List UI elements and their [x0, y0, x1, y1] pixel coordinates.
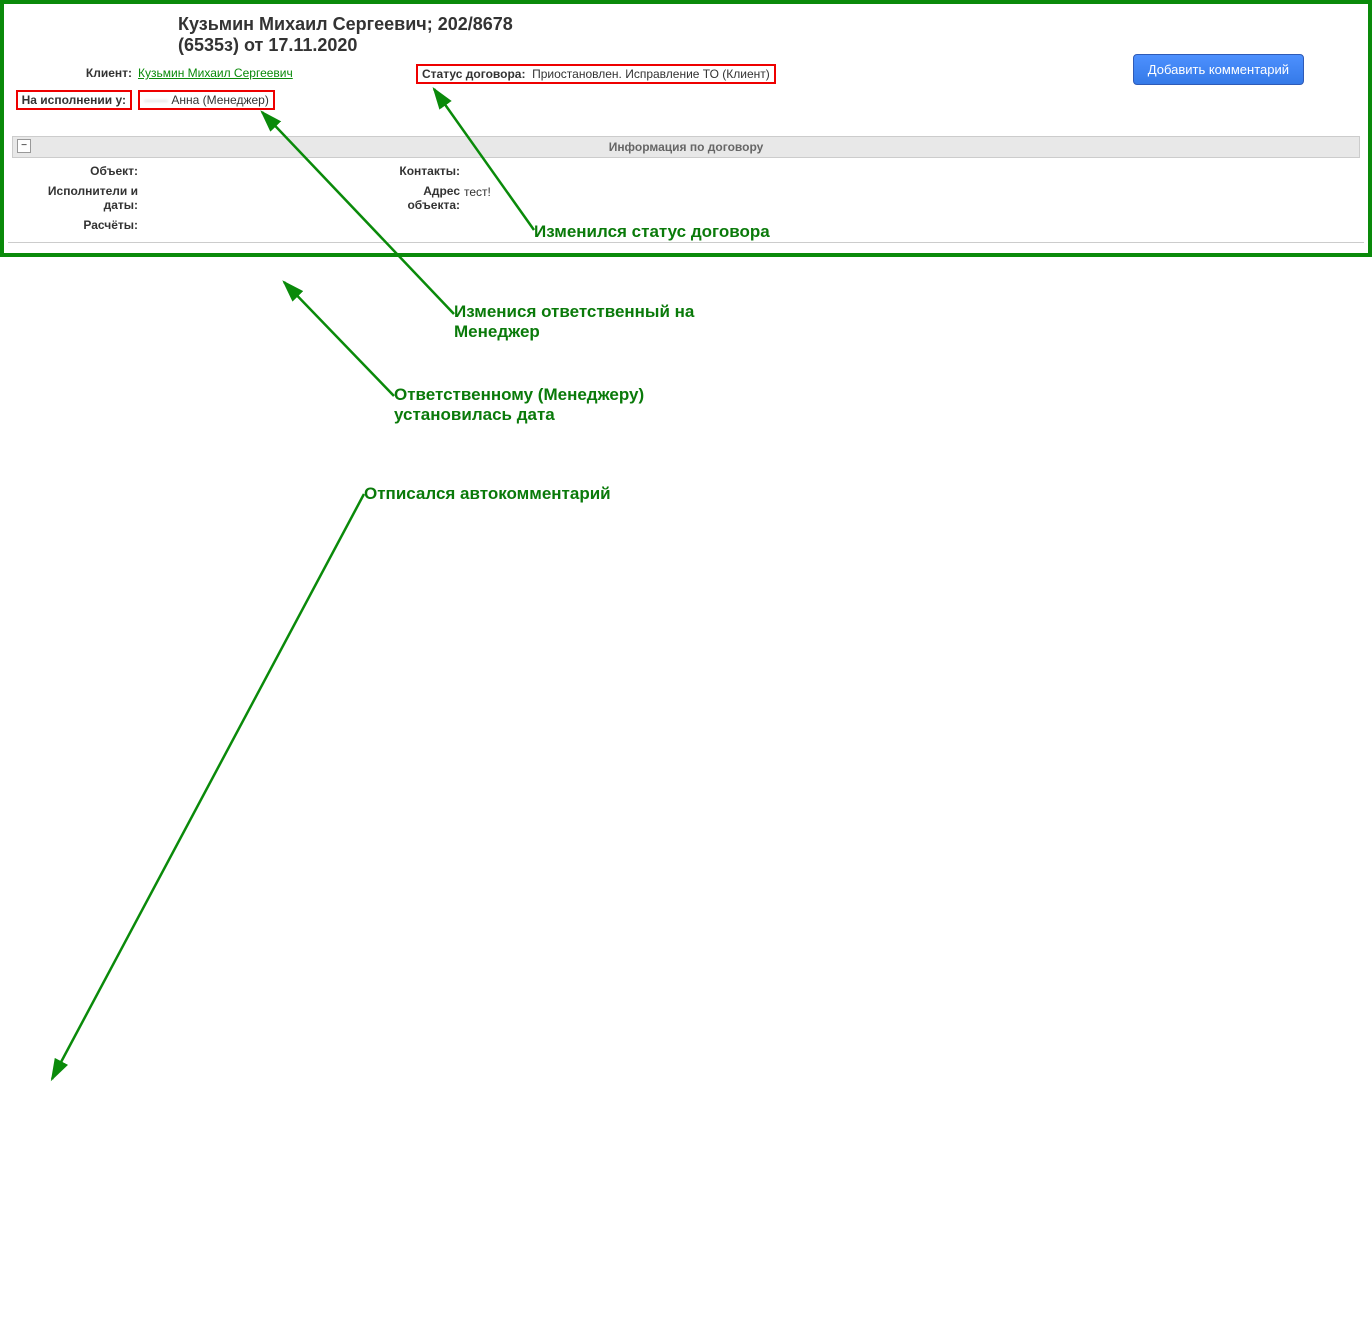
calcs-label: Расчёты: [14, 218, 144, 232]
executor-label: На исполнении у: [8, 90, 138, 110]
address-value: тест! [464, 184, 1358, 212]
tabs [8, 242, 1364, 243]
collapse-icon[interactable]: − [17, 139, 31, 153]
annotation-date: Ответственному (Менеджеру) установилась … [394, 385, 694, 425]
page-title: Кузьмин Михаил Сергеевич; 202/8678 (6535… [8, 8, 548, 64]
object-value [144, 164, 374, 178]
client-label: Клиент: [8, 66, 138, 80]
section-contract-info: − Информация по договору [12, 136, 1360, 158]
contacts-value [464, 164, 1358, 178]
calcs-value [144, 218, 374, 232]
client-link[interactable]: Кузьмин Михаил Сергеевич [138, 66, 293, 80]
status-value: Приостановлен. Исправление ТО (Клиент) [532, 67, 770, 81]
annotation-autocomment: Отписался автокомментарий [364, 484, 611, 504]
executor-value: Анна (Менеджер) [168, 93, 269, 107]
add-comment-button[interactable]: Добавить комментарий [1133, 54, 1304, 85]
annotation-responsible: Изменися ответственный на Менеджер [454, 302, 734, 342]
object-label: Объект: [14, 164, 144, 178]
contacts-label: Контакты: [374, 164, 464, 178]
address-label: Адрес объекта: [374, 184, 464, 212]
status-label: Статус договора: [422, 67, 525, 81]
exec-dates-label: Исполнители и даты: [14, 184, 144, 212]
